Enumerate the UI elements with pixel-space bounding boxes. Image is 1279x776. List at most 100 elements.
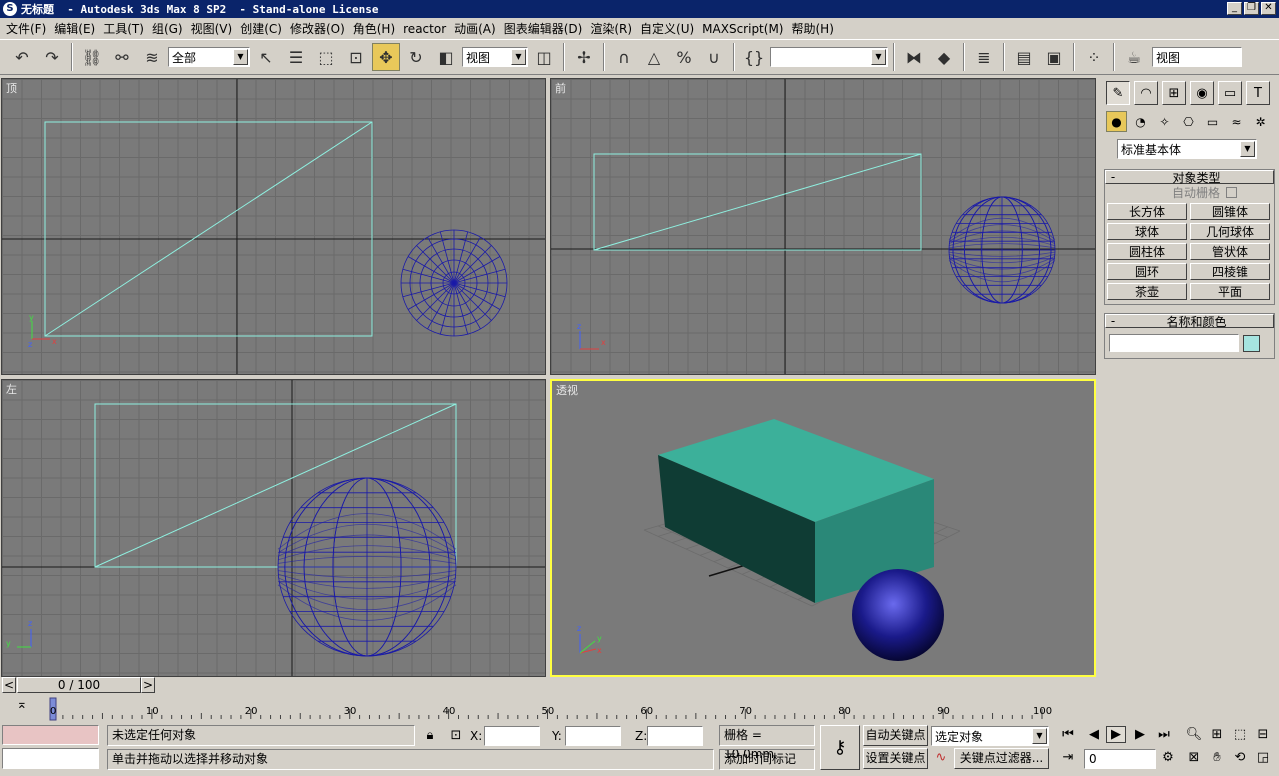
go-to-end-icon[interactable]: ⏭ <box>1154 727 1174 742</box>
menu-reactor[interactable]: reactor <box>401 22 452 36</box>
time-slider-thumb[interactable]: 0 / 100 <box>17 677 141 693</box>
select-by-name-icon[interactable]: ☰ <box>282 43 310 71</box>
redo-icon[interactable]: ↷ <box>38 43 66 71</box>
geometry-icon[interactable]: ● <box>1106 111 1127 132</box>
bind-space-warp-icon[interactable]: ≋ <box>138 43 166 71</box>
zoom-extents-icon[interactable]: ⬚ <box>1230 727 1250 742</box>
viewport-perspective[interactable]: 透视 z x y <box>550 379 1096 677</box>
menu-tools[interactable]: 工具(T) <box>101 20 150 37</box>
minimize-button[interactable]: _ <box>1227 2 1242 15</box>
selection-filter-dropdown[interactable]: 全部 ▼ <box>168 47 250 67</box>
move-icon[interactable]: ✥ <box>372 43 400 71</box>
box-button[interactable]: 长方体 <box>1107 203 1187 220</box>
menu-character[interactable]: 角色(H) <box>351 20 401 37</box>
select-link-icon[interactable]: ⛓ <box>78 43 106 71</box>
space-warps-icon[interactable]: ≈ <box>1226 111 1247 132</box>
add-time-tag[interactable]: 添加时间标记 <box>719 749 815 770</box>
menu-animation[interactable]: 动画(A) <box>452 20 502 37</box>
align-icon[interactable]: ◆ <box>930 43 958 71</box>
go-to-start-icon[interactable]: ⏮ <box>1058 727 1078 742</box>
name-color-header[interactable]: - 名称和颜色 <box>1105 314 1274 329</box>
zoom-all-icon[interactable]: ⊞ <box>1207 727 1227 742</box>
set-key-button[interactable]: 设置关键点 <box>863 748 928 769</box>
menu-create[interactable]: 创建(C) <box>238 20 288 37</box>
next-key-icon[interactable]: ▶ <box>1130 727 1150 742</box>
snap-3d-icon[interactable]: ∩ <box>610 43 638 71</box>
absolute-mode-icon[interactable]: ⊡ <box>446 728 466 743</box>
lock-selection-icon[interactable]: 🔒︎ <box>420 728 440 743</box>
tube-button[interactable]: 管状体 <box>1190 243 1270 260</box>
edit-named-sel-icon[interactable]: {} <box>740 43 768 71</box>
window-crossing-icon[interactable]: ⊡ <box>342 43 370 71</box>
spinner-snap-icon[interactable]: ∪ <box>700 43 728 71</box>
motion-tab-icon[interactable]: ◉ <box>1190 81 1214 105</box>
scale-icon[interactable]: ◧ <box>432 43 460 71</box>
key-mode-toggle-icon[interactable]: ⇥ <box>1058 750 1078 765</box>
menu-maxscript[interactable]: MAXScript(M) <box>700 22 789 36</box>
render-type-field[interactable]: 视图 <box>1152 47 1242 67</box>
x-coordinate-field[interactable] <box>484 726 540 746</box>
helpers-icon[interactable]: ▭ <box>1202 111 1223 132</box>
autogrid-checkbox[interactable] <box>1226 187 1237 198</box>
time-config-icon[interactable]: ⚙ <box>1158 750 1178 765</box>
pan-icon[interactable]: ✋︎ <box>1207 750 1227 765</box>
key-icon[interactable]: ⚷ <box>820 725 860 770</box>
systems-icon[interactable]: ✲ <box>1250 111 1271 132</box>
unlink-icon[interactable]: ⚯ <box>108 43 136 71</box>
cone-button[interactable]: 圆锥体 <box>1190 203 1270 220</box>
material-editor-icon[interactable]: ⁘ <box>1080 43 1108 71</box>
arc-rotate-icon[interactable]: ⟲ <box>1230 750 1250 765</box>
reference-coord-dropdown[interactable]: 视图 ▼ <box>462 47 528 67</box>
sphere-button[interactable]: 球体 <box>1107 223 1187 240</box>
curve-editor-icon[interactable]: ▤ <box>1010 43 1038 71</box>
modify-tab-icon[interactable]: ◠ <box>1134 81 1158 105</box>
key-selection-dropdown[interactable]: 选定对象 ▼ <box>931 726 1049 746</box>
auto-key-button[interactable]: 自动关键点 <box>863 725 928 746</box>
cameras-icon[interactable]: ⎔ <box>1178 111 1199 132</box>
select-object-icon[interactable]: ↖ <box>252 43 280 71</box>
object-type-header[interactable]: - 对象类型 <box>1105 170 1274 185</box>
maximize-button[interactable]: ❐ <box>1244 2 1259 15</box>
maximize-viewport-icon[interactable]: ◲ <box>1253 750 1273 765</box>
menu-customize[interactable]: 自定义(U) <box>638 20 700 37</box>
current-frame-field[interactable]: 0 <box>1084 749 1156 769</box>
zoom-extents-all-icon[interactable]: ⊟ <box>1253 727 1273 742</box>
percent-snap-icon[interactable]: % <box>670 43 698 71</box>
viewport-front[interactable]: 前 z x <box>550 78 1096 375</box>
z-coordinate-field[interactable] <box>647 726 703 746</box>
next-frame-button[interactable]: > <box>141 677 155 693</box>
key-filters-button[interactable]: 关键点过滤器... <box>954 748 1049 769</box>
lights-icon[interactable]: ✧ <box>1154 111 1175 132</box>
menu-graph-editors[interactable]: 图表编辑器(D) <box>502 20 589 37</box>
render-scene-icon[interactable]: ☕ <box>1120 43 1148 71</box>
track-bar[interactable]: ⌅ 0 10 20 30 40 50 60 70 80 90 100 <box>0 695 1098 721</box>
geosphere-button[interactable]: 几何球体 <box>1190 223 1270 240</box>
menu-rendering[interactable]: 渲染(R) <box>588 20 638 37</box>
menu-help[interactable]: 帮助(H) <box>789 20 839 37</box>
menu-file[interactable]: 文件(F) <box>4 20 52 37</box>
menu-modifiers[interactable]: 修改器(O) <box>288 20 351 37</box>
menu-edit[interactable]: 编辑(E) <box>52 20 101 37</box>
plane-button[interactable]: 平面 <box>1190 283 1270 300</box>
manipulate-icon[interactable]: ✢ <box>570 43 598 71</box>
rect-region-icon[interactable]: ⬚ <box>312 43 340 71</box>
schematic-icon[interactable]: ▣ <box>1040 43 1068 71</box>
mirror-icon[interactable]: ⧓ <box>900 43 928 71</box>
category-dropdown[interactable]: 标准基本体 ▼ <box>1117 139 1257 159</box>
y-coordinate-field[interactable] <box>565 726 621 746</box>
utilities-tab-icon[interactable]: T <box>1246 81 1270 105</box>
maxscript-listener-pink[interactable] <box>2 725 99 745</box>
viewport-top[interactable]: 顶 z x y <box>1 78 546 375</box>
pivot-icon[interactable]: ◫ <box>530 43 558 71</box>
menu-views[interactable]: 视图(V) <box>189 20 239 37</box>
viewport-left[interactable]: 左 z y <box>1 379 546 677</box>
cylinder-button[interactable]: 圆柱体 <box>1107 243 1187 260</box>
zoom-icon[interactable]: 🔍︎ <box>1184 727 1204 742</box>
hierarchy-tab-icon[interactable]: ⊞ <box>1162 81 1186 105</box>
shapes-icon[interactable]: ◔ <box>1130 111 1151 132</box>
prev-key-icon[interactable]: ◀ <box>1084 727 1104 742</box>
rotate-icon[interactable]: ↻ <box>402 43 430 71</box>
maxscript-listener-white[interactable] <box>2 748 99 769</box>
torus-button[interactable]: 圆环 <box>1107 263 1187 280</box>
prev-frame-button[interactable]: < <box>2 677 16 693</box>
